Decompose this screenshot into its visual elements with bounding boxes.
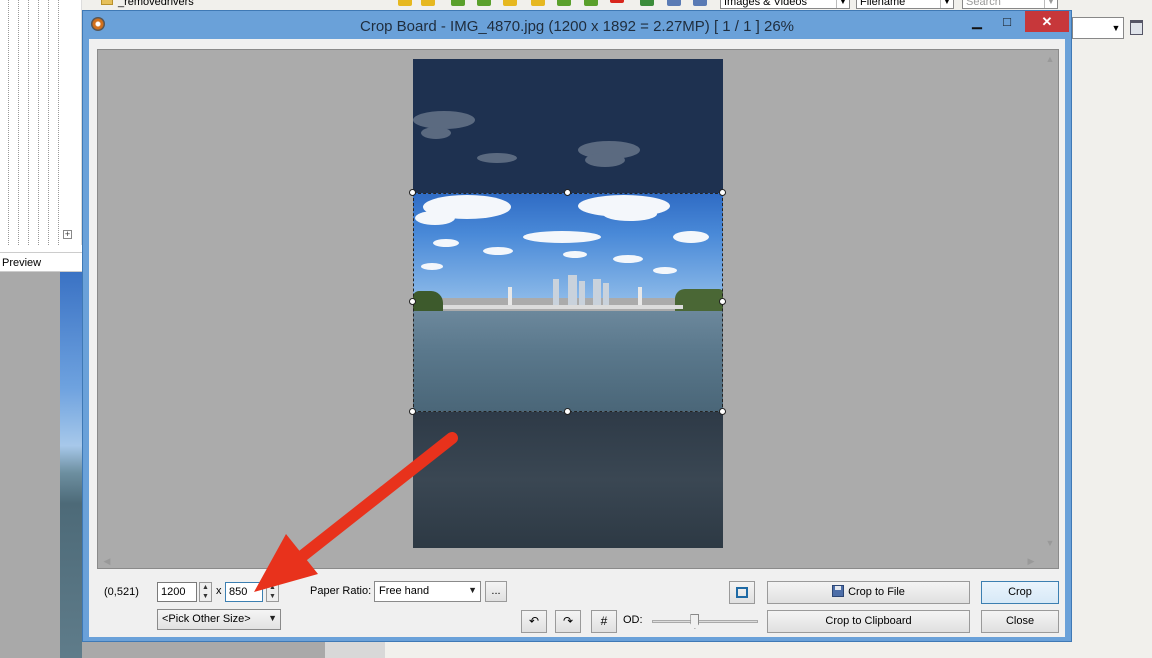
maximize-button[interactable]: □ bbox=[993, 11, 1021, 32]
sort-by-value: Filename bbox=[860, 0, 906, 8]
crop-width-input[interactable]: 1200 bbox=[157, 582, 197, 602]
crop-handle-bottom-left[interactable] bbox=[409, 408, 416, 415]
grid-icon: # bbox=[600, 614, 608, 628]
scroll-up-icon[interactable]: ▲ bbox=[1042, 52, 1058, 66]
scroll-down-icon[interactable]: ▼ bbox=[1042, 536, 1058, 550]
folder-icon bbox=[101, 0, 113, 5]
crop-to-file-button[interactable]: Crop to File bbox=[767, 581, 970, 604]
crop-handle-top-left[interactable] bbox=[409, 189, 416, 196]
chevron-down-icon: ▼ bbox=[836, 0, 849, 8]
save-icon bbox=[832, 585, 845, 597]
dimension-separator: x bbox=[216, 585, 222, 597]
crop-canvas[interactable]: ▲ ▼ ◀ ▶ bbox=[97, 49, 1059, 569]
chevron-down-icon: ▼ bbox=[468, 585, 477, 595]
paper-ratio-label: Paper Ratio: bbox=[310, 585, 372, 597]
crop-selection-rectangle[interactable] bbox=[413, 193, 723, 412]
chevron-down-icon: ▼ bbox=[268, 613, 277, 623]
crop-handle-top[interactable] bbox=[564, 189, 571, 196]
background-right-panel bbox=[1072, 0, 1152, 658]
chevron-down-icon: ▼ bbox=[1111, 23, 1121, 33]
cursor-coordinates: (0,521) bbox=[104, 586, 139, 598]
delete-icon[interactable] bbox=[610, 0, 624, 3]
close-window-button[interactable]: ✕ bbox=[1025, 11, 1069, 32]
spin-down-icon[interactable]: ▼ bbox=[267, 592, 278, 601]
copy-to-icon[interactable] bbox=[557, 0, 571, 6]
rotate-right-icon: ↷ bbox=[562, 614, 574, 628]
favorite-icon[interactable] bbox=[503, 0, 517, 6]
chevron-down-icon: ▼ bbox=[940, 0, 953, 8]
vertical-scrollbar[interactable]: ▲ ▼ bbox=[1042, 52, 1058, 552]
pick-size-select[interactable]: <Pick Other Size> ▼ bbox=[157, 609, 281, 630]
crop-handle-bottom-right[interactable] bbox=[719, 408, 726, 415]
folder-tree: + bbox=[0, 0, 82, 245]
rotate-left-button[interactable]: ↶ bbox=[521, 610, 547, 633]
width-spinner[interactable]: ▲ ▼ bbox=[199, 582, 212, 602]
paper-ratio-value: Free hand bbox=[379, 585, 430, 597]
up-folder-icon[interactable] bbox=[451, 0, 465, 6]
spin-down-icon[interactable]: ▼ bbox=[200, 592, 211, 601]
od-slider-thumb[interactable] bbox=[690, 614, 700, 629]
chevron-down-icon: ▼ bbox=[1044, 0, 1057, 8]
minimize-button[interactable]: ▁ bbox=[963, 11, 991, 32]
dimmed-water bbox=[413, 412, 723, 548]
od-slider-track[interactable] bbox=[652, 620, 758, 623]
dialog-client-area: ▲ ▼ ◀ ▶ (0,521) 1200 ▲ ▼ x 850 ▲ ▼ Paper… bbox=[89, 39, 1065, 637]
move-to-icon[interactable] bbox=[584, 0, 598, 6]
file-type-filter-value: Images & Videos bbox=[724, 0, 807, 8]
dialog-title: Crop Board - IMG_4870.jpg (1200 x 1892 =… bbox=[360, 18, 794, 35]
thumbnails-view-icon[interactable] bbox=[640, 0, 654, 6]
preview-image bbox=[60, 272, 82, 658]
preview-background bbox=[0, 272, 60, 658]
crop-button[interactable]: Crop bbox=[981, 581, 1059, 604]
search-input[interactable]: Search ▼ bbox=[962, 0, 1058, 9]
crop-to-file-label: Crop to File bbox=[848, 586, 905, 598]
crop-to-clipboard-button[interactable]: Crop to Clipboard bbox=[767, 610, 970, 633]
more-ratios-button[interactable]: ... bbox=[485, 581, 507, 602]
fit-selection-button[interactable] bbox=[729, 581, 755, 604]
crop-handle-bottom[interactable] bbox=[564, 408, 571, 415]
crop-handle-right[interactable] bbox=[719, 298, 726, 305]
spin-up-icon[interactable]: ▲ bbox=[267, 583, 278, 592]
tag-icon[interactable] bbox=[531, 0, 545, 6]
list-view-icon[interactable] bbox=[693, 0, 707, 6]
fit-screen-icon bbox=[736, 587, 748, 598]
rotate-right-button[interactable]: ↷ bbox=[555, 610, 581, 633]
dialog-title-bar[interactable]: Crop Board - IMG_4870.jpg (1200 x 1892 =… bbox=[83, 11, 1071, 39]
sort-by-select[interactable]: Filename ▼ bbox=[856, 0, 954, 9]
details-view-icon[interactable] bbox=[667, 0, 681, 6]
crop-height-input[interactable]: 850 bbox=[225, 582, 263, 602]
forward-arrow-icon[interactable] bbox=[421, 0, 435, 6]
spin-up-icon[interactable]: ▲ bbox=[200, 583, 211, 592]
crop-board-dialog: Crop Board - IMG_4870.jpg (1200 x 1892 =… bbox=[82, 10, 1072, 642]
file-type-filter[interactable]: Images & Videos ▼ bbox=[720, 0, 850, 9]
paper-ratio-select[interactable]: Free hand ▼ bbox=[374, 581, 481, 602]
horizontal-scrollbar[interactable]: ◀ ▶ bbox=[100, 554, 1040, 568]
tree-expand-icon[interactable]: + bbox=[63, 230, 72, 239]
preview-panel-label: Preview bbox=[0, 252, 82, 272]
crop-handle-top-right[interactable] bbox=[719, 189, 726, 196]
dimmed-sky bbox=[413, 59, 723, 193]
search-placeholder: Search bbox=[966, 0, 1001, 8]
background-strip bbox=[325, 640, 385, 658]
pick-size-value: <Pick Other Size> bbox=[162, 613, 251, 625]
rotate-left-icon: ↶ bbox=[528, 614, 540, 628]
close-button[interactable]: Close bbox=[981, 610, 1059, 633]
height-spinner[interactable]: ▲ ▼ bbox=[266, 582, 279, 602]
background-combo-box[interactable]: ▼ bbox=[1072, 17, 1124, 39]
grid-toggle-button[interactable]: # bbox=[591, 610, 617, 633]
folder-tree-item[interactable]: _removedrivers bbox=[118, 0, 194, 8]
refresh-icon[interactable] bbox=[477, 0, 491, 6]
trash-icon[interactable] bbox=[1130, 20, 1143, 35]
back-arrow-icon[interactable] bbox=[398, 0, 412, 6]
scroll-right-icon[interactable]: ▶ bbox=[1024, 554, 1038, 568]
od-label: OD: bbox=[623, 614, 643, 626]
crop-handle-left[interactable] bbox=[409, 298, 416, 305]
scroll-left-icon[interactable]: ◀ bbox=[100, 554, 114, 568]
